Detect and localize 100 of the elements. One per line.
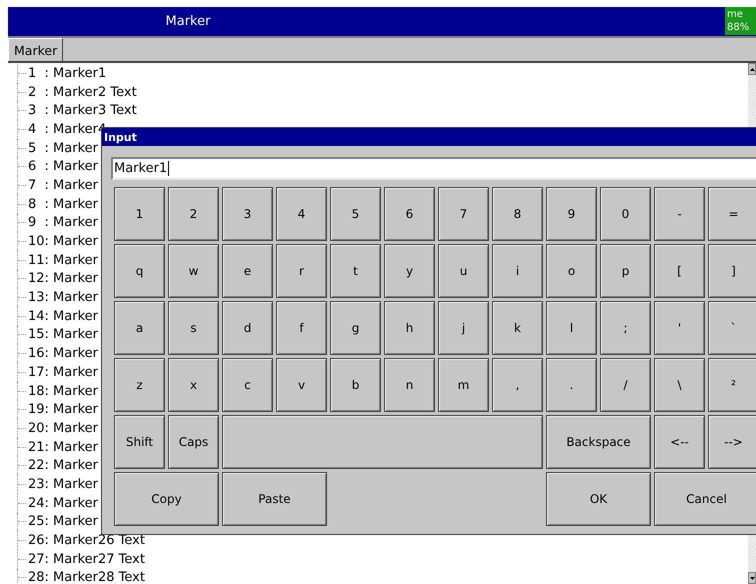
marker-item[interactable]: 18: Marker <box>28 384 98 399</box>
key[interactable]: c <box>222 358 273 412</box>
key[interactable]: , <box>492 358 543 412</box>
key[interactable]: OK <box>546 472 651 526</box>
tree-line <box>17 550 27 569</box>
key[interactable]: v <box>276 358 327 412</box>
key[interactable]: ; <box>600 301 651 355</box>
key[interactable]: g <box>330 301 381 355</box>
tab[interactable]: Marker <box>8 38 64 61</box>
key[interactable]: k <box>492 301 543 355</box>
marker-item[interactable]: 21: Marker <box>28 440 98 455</box>
tree-line <box>17 64 27 83</box>
marker-item[interactable]: 28: Marker28 Text <box>28 570 145 584</box>
key[interactable]: 5 <box>330 187 381 241</box>
tree-line <box>17 512 27 532</box>
marker-item[interactable]: 5 : Marker <box>28 140 98 156</box>
key[interactable]: \ <box>654 358 705 412</box>
key[interactable]: / <box>600 358 651 412</box>
marker-item[interactable]: 3 : Marker3 Text <box>28 103 137 118</box>
marker-item[interactable]: 22: Marker <box>28 458 98 474</box>
marker-item[interactable]: 13: Marker <box>28 290 98 306</box>
key[interactable]: 8 <box>492 187 543 241</box>
key[interactable]: ' <box>654 301 705 355</box>
key[interactable]: q <box>114 244 165 298</box>
tree-line <box>17 250 27 270</box>
tree-line <box>17 419 27 438</box>
tree-line <box>17 82 27 102</box>
key[interactable]: 6 <box>384 187 435 241</box>
marker-item[interactable]: 19: Marker <box>28 402 98 418</box>
key[interactable]: t <box>330 244 381 298</box>
key[interactable]: Copy <box>114 472 219 526</box>
key[interactable]: f <box>276 301 327 355</box>
key[interactable]: Paste <box>222 472 327 526</box>
marker-item[interactable]: 9 : Marker <box>28 215 98 230</box>
key[interactable]: - <box>654 187 705 241</box>
key[interactable]: i <box>492 244 543 298</box>
key[interactable]: w <box>168 244 219 298</box>
space-key[interactable] <box>222 415 543 469</box>
key[interactable]: Backspace <box>546 415 651 469</box>
scroll-up-icon[interactable] <box>748 63 756 75</box>
key[interactable]: e <box>222 244 273 298</box>
tree-line <box>17 194 27 214</box>
key[interactable]: [ <box>654 244 705 298</box>
marker-item[interactable]: 2 : Marker2 Text <box>28 84 137 100</box>
key[interactable]: Shift <box>114 415 165 469</box>
key[interactable]: . <box>546 358 597 412</box>
tree-line <box>17 157 27 176</box>
key[interactable]: 9 <box>546 187 597 241</box>
marker-item[interactable]: 7 : Marker <box>28 178 98 193</box>
marker-item[interactable]: 12: Marker <box>28 271 98 286</box>
marker-item[interactable]: 24: Marker <box>28 496 98 511</box>
tree-line <box>17 120 27 139</box>
key[interactable]: j <box>438 301 489 355</box>
key[interactable]: o <box>546 244 597 298</box>
tree-line <box>17 270 27 288</box>
key[interactable]: y <box>384 244 435 298</box>
key[interactable]: ² <box>708 358 756 412</box>
key[interactable]: = <box>708 187 756 241</box>
key[interactable]: d <box>222 301 273 355</box>
key[interactable]: 3 <box>222 187 273 241</box>
marker-item[interactable]: 10: Marker <box>28 234 98 250</box>
key[interactable]: a <box>114 301 165 355</box>
key[interactable]: ` <box>708 301 756 355</box>
key[interactable]: u <box>438 244 489 298</box>
key[interactable]: h <box>384 301 435 355</box>
key[interactable]: <-- <box>654 415 705 469</box>
input-field[interactable]: Marker1 <box>111 157 756 180</box>
key[interactable]: s <box>168 301 219 355</box>
scroll-down-icon[interactable] <box>748 572 756 584</box>
marker-item[interactable]: 20: Marker <box>28 420 98 436</box>
key[interactable]: n <box>384 358 435 412</box>
key[interactable]: 1 <box>114 187 165 241</box>
key[interactable]: 0 <box>600 187 651 241</box>
marker-item[interactable]: 14: Marker <box>28 308 98 324</box>
key[interactable]: z <box>114 358 165 412</box>
marker-item[interactable]: 27: Marker27 Text <box>28 552 145 567</box>
key[interactable]: ] <box>708 244 756 298</box>
key[interactable]: Cancel <box>654 472 756 526</box>
key[interactable]: Caps <box>168 415 219 469</box>
marker-item[interactable]: 23: Marker <box>28 476 98 492</box>
key[interactable]: l <box>546 301 597 355</box>
marker-item[interactable]: 17: Marker <box>28 364 98 380</box>
key[interactable]: x <box>168 358 219 412</box>
marker-item[interactable]: 16: Marker <box>28 346 98 362</box>
marker-item[interactable]: 8 : Marker <box>28 196 98 212</box>
key[interactable]: m <box>438 358 489 412</box>
marker-item[interactable]: 11: Marker <box>28 252 98 268</box>
tree-line <box>17 400 27 420</box>
marker-item[interactable]: 6 : Marker <box>28 159 98 174</box>
key[interactable]: r <box>276 244 327 298</box>
marker-item[interactable]: 1 : Marker1 <box>28 66 106 81</box>
marker-item[interactable]: 25: Marker <box>28 514 98 530</box>
key[interactable]: 4 <box>276 187 327 241</box>
key[interactable]: 2 <box>168 187 219 241</box>
key[interactable]: --> <box>708 415 756 469</box>
key[interactable]: b <box>330 358 381 412</box>
key[interactable]: 7 <box>438 187 489 241</box>
tree-line <box>17 363 27 382</box>
key[interactable]: p <box>600 244 651 298</box>
marker-item[interactable]: 15: Marker <box>28 327 98 342</box>
